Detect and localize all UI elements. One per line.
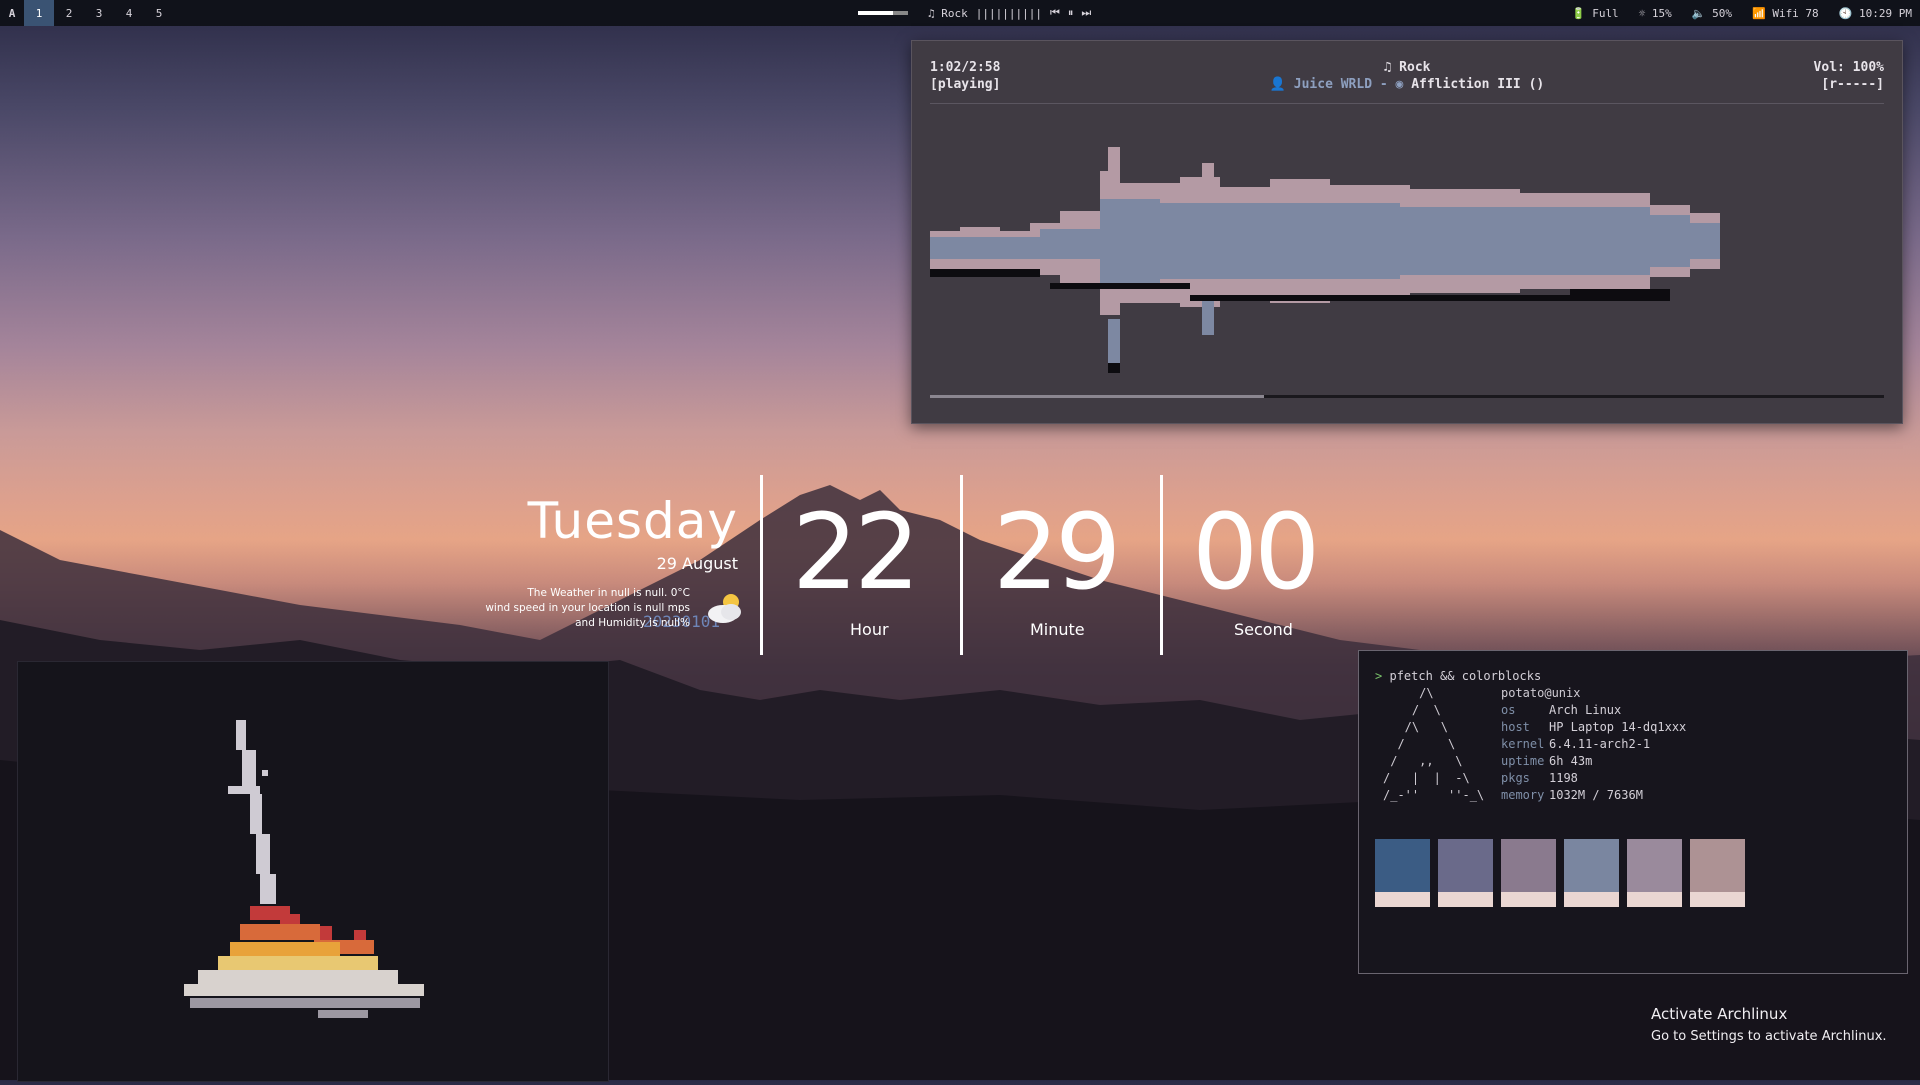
top-bar: A 1 2 3 4 5 ♫ Rock |||||||||| ⏮ ⏸ ⏭ 🔋 Fu… (0, 0, 1920, 26)
brightness-status[interactable]: ☼ 15% (1639, 7, 1672, 20)
waveform-visualizer (930, 147, 1720, 373)
info-key: host (1501, 720, 1530, 734)
workspace-5[interactable]: 5 (144, 0, 174, 26)
wifi-status[interactable]: 📶 Wifi 78 (1752, 7, 1819, 20)
weather-line-1: The Weather in null is null. 0°C (527, 587, 690, 599)
clock-divider-3 (1160, 475, 1163, 655)
user-host: potato@unix (1501, 686, 1581, 700)
info-key: uptime (1501, 754, 1545, 768)
clock-divider-1 (760, 475, 763, 655)
colorblock-1 (1375, 839, 1430, 907)
hour-digits: 22 (792, 491, 920, 613)
previous-track-icon[interactable]: ⏮ (1050, 6, 1060, 20)
hour-label: Hour (850, 620, 889, 639)
info-value: 6.4.11-arch2-1 (1549, 737, 1651, 751)
user-icon: 👤 (1269, 77, 1286, 92)
player-volume: Vol: 100% (1813, 60, 1884, 75)
clock-divider-2 (960, 475, 963, 655)
workspace-3[interactable]: 3 (84, 0, 114, 26)
pfetch-info: potato@unix os Arch Linux host HP Laptop 1… (1501, 685, 1686, 804)
info-key: memory (1501, 788, 1545, 802)
media-bars: |||||||||| (975, 6, 1042, 20)
second-label: Second (1234, 620, 1293, 639)
audio-visualizer-mini (858, 11, 908, 15)
activation-title: Activate Archlinux (1651, 1005, 1788, 1023)
info-key: os (1501, 703, 1516, 717)
info-value: 6h 43m (1549, 754, 1593, 768)
clock-status[interactable]: 🕙 10:29 PM (1839, 7, 1912, 20)
next-track-icon[interactable]: ⏭ (1081, 6, 1091, 20)
media-title[interactable]: ♫ Rock (928, 7, 968, 20)
status-modules: 🔋 Full ☼ 15% 🔈 50% 📶 Wifi 78 🕙 10:29 PM (1572, 0, 1912, 26)
workspace-4[interactable]: 4 (114, 0, 144, 26)
weather-line-2: wind speed in your location is null mps (485, 602, 690, 614)
info-value: Arch Linux (1549, 703, 1622, 717)
activation-watermark: Activate Archlinux Go to Settings to act… (1651, 1005, 1887, 1044)
track-genre: ♫ Rock (1383, 60, 1431, 75)
track-progress-bar[interactable] (930, 395, 1884, 398)
prompt-arrow: > (1375, 669, 1383, 683)
terminal-window[interactable]: > pfetch && colorblocks /\ / \ /\ \ / \ … (1358, 650, 1908, 974)
media-module: ♫ Rock |||||||||| ⏮ ⏸ ⏭ (858, 0, 1091, 26)
second-digits: 00 (1192, 491, 1320, 613)
track-album: Affliction III (1411, 77, 1521, 92)
meta-separator: - (1379, 77, 1388, 92)
colorblocks (1375, 839, 1745, 907)
track-progress-fill (930, 395, 1264, 398)
weather-line-3: and Humidity is null% (575, 617, 690, 629)
pause-icon[interactable]: ⏸ (1068, 6, 1074, 20)
info-key: kernel (1501, 737, 1545, 751)
info-value: 1198 (1549, 771, 1578, 785)
battery-status[interactable]: 🔋 Full (1572, 7, 1619, 20)
colorblock-2 (1438, 839, 1493, 907)
terminal-command: pfetch && colorblocks (1389, 669, 1542, 683)
partly-cloudy-icon (708, 594, 741, 623)
arch-logo-icon[interactable]: A (0, 0, 24, 26)
track-artist: Juice WRLD (1293, 77, 1373, 92)
ascii-figure (184, 720, 424, 1018)
colorblock-6 (1690, 839, 1745, 907)
minute-label: Minute (1030, 620, 1085, 639)
music-player-window[interactable]: 1:02/2:58 [playing] ♫ Rock 👤 Juice WRLD … (643, 40, 1903, 630)
day-of-week: Tuesday (527, 492, 738, 550)
arch-ascii-logo: /\ / \ /\ \ / \ / ,, \ / | | -\ /_-'' ''… (1383, 686, 1485, 802)
weather-text: The Weather in null is null. 0°C wind sp… (450, 586, 690, 631)
terminal-prompt: > pfetch && colorblocks (1375, 669, 1541, 683)
minute-digits: 29 (993, 491, 1121, 613)
info-value: 1032M / 7636M (1549, 788, 1643, 802)
workspace-1[interactable]: 1 (24, 0, 54, 26)
colorblock-4 (1564, 839, 1619, 907)
ascii-visualizer-window[interactable] (17, 661, 609, 1082)
colorblock-5 (1627, 839, 1682, 907)
info-key: pkgs (1501, 771, 1530, 785)
date-label: 29 August (656, 554, 738, 573)
info-value: HP Laptop 14-dq1xxx (1549, 720, 1687, 734)
volume-status[interactable]: 🔈 50% (1692, 7, 1732, 20)
workspace-2[interactable]: 2 (54, 0, 84, 26)
player-divider (930, 103, 1884, 104)
activation-subtitle: Go to Settings to activate Archlinux. (1651, 1029, 1887, 1044)
workspace-switcher: A 1 2 3 4 5 (0, 0, 174, 26)
player-mode: [r-----] (1821, 77, 1884, 92)
colorblock-3 (1501, 839, 1556, 907)
disc-icon: ◉ (1395, 77, 1404, 92)
